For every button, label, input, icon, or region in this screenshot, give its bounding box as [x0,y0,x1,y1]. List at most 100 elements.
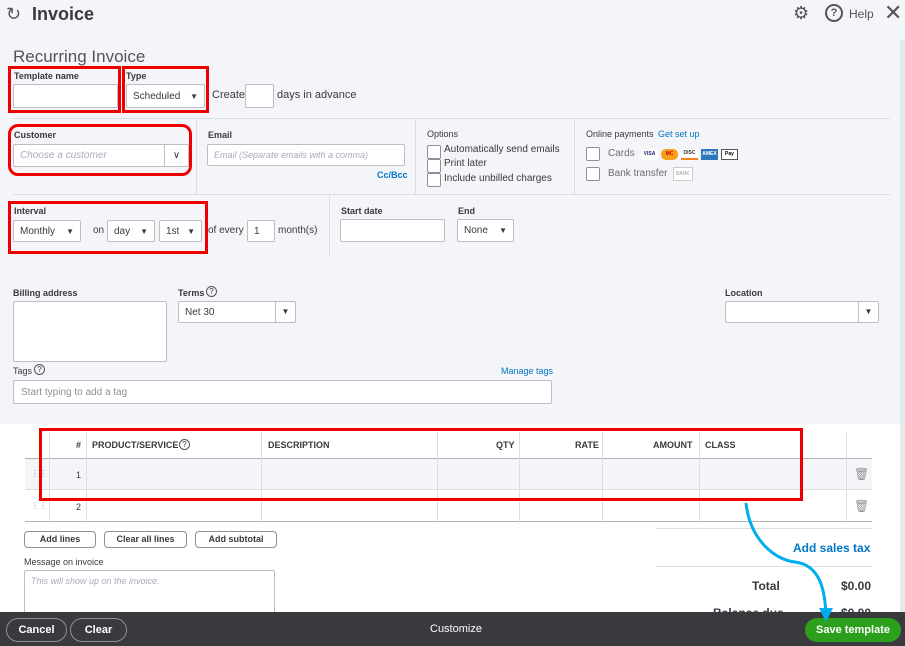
divider [13,194,890,195]
create-label: Create [212,89,246,101]
option-label: Print later [444,158,487,169]
nth-value: 1st [166,225,180,237]
bank-transfer-label: Bank transfer [608,168,668,179]
apple-pay-icon: Pay [721,149,738,160]
customize-link[interactable]: Customize [430,623,482,635]
template-name-label: Template name [14,71,79,81]
unbilled-charges-checkbox[interactable] [427,173,441,187]
caret-down-icon: ▼ [499,226,507,235]
location-select[interactable]: ▼ [725,301,879,323]
card-logos: VISA MC DISC AMEX Pay [641,149,741,160]
help-icon[interactable]: ? [825,4,843,22]
every-input[interactable]: 1 [247,220,275,242]
interval-value: Monthly [20,225,56,237]
customer-select[interactable]: Choose a customer ∨ [13,144,189,167]
total-value: $0.00 [841,579,872,593]
col-divider [49,432,50,522]
col-header-rate: RATE [575,440,599,450]
cards-label: Cards [608,148,635,159]
col-divider [261,432,262,522]
interval-select[interactable]: Monthly ▼ [13,220,81,242]
template-name-input[interactable] [13,84,118,108]
gear-icon[interactable]: ⚙ [793,3,809,24]
clear-all-lines-button[interactable]: Clear all lines [104,531,187,548]
nth-select[interactable]: 1st ▼ [159,220,202,242]
end-value: None [464,225,488,236]
close-icon[interactable]: ✕ [884,0,902,26]
caret-down-icon: ▼ [187,226,195,236]
billing-address-label: Billing address [13,288,78,298]
message-placeholder: This will show up on the invoice. [31,576,160,586]
options-label: Options [427,129,459,139]
tags-input[interactable]: Start typing to add a tag [13,380,552,404]
end-select[interactable]: None ▼ [457,219,514,242]
bank-transfer-checkbox[interactable] [586,167,600,181]
col-divider [437,432,438,522]
add-lines-button[interactable]: Add lines [24,531,96,548]
divider [574,118,575,194]
print-later-checkbox[interactable] [427,159,441,173]
of-every-label: of every [208,225,244,236]
amex-icon: AMEX [701,149,718,160]
terms-select[interactable]: Net 30 ▼ [178,301,296,323]
customer-placeholder: Choose a customer [20,150,107,161]
caret-down-icon: ▼ [140,226,148,236]
caret-down-icon: ▼ [66,226,74,236]
annotation-arrow [744,502,833,622]
day-value: day [114,225,131,237]
divider [196,118,197,194]
get-set-up-link[interactable]: Get set up [658,129,700,139]
col-divider [699,432,700,522]
day-select[interactable]: day ▼ [107,220,155,242]
arrow-path [744,502,828,616]
col-header-class: CLASS [705,440,736,450]
drag-handle-icon[interactable]: ⋮⋮ [31,501,47,510]
col-header-description: DESCRIPTION [268,440,330,450]
manage-tags-link[interactable]: Manage tags [501,366,553,376]
terms-label: Terms [178,288,205,298]
discover-icon: DISC [681,149,698,160]
interval-label: Interval [14,206,47,216]
recurring-icon: ↻ [6,4,22,24]
visa-icon: VISA [641,149,658,160]
help-link[interactable]: Help [849,7,874,21]
scrollbar[interactable] [900,40,905,612]
caret-down-icon: ▼ [275,302,295,322]
email-input[interactable]: Email (Separate emails with a comma) [207,144,405,166]
days-in-advance-input[interactable] [245,84,274,108]
type-value: Scheduled [133,90,181,102]
auto-send-checkbox[interactable] [427,145,441,159]
trash-icon[interactable]: 🗑 [854,499,869,513]
mastercard-icon: MC [661,149,678,160]
divider [415,118,416,194]
col-divider [846,432,847,522]
clear-button[interactable]: Clear [70,618,127,642]
option-label: Automatically send emails [444,144,560,155]
cards-checkbox[interactable] [586,147,600,161]
months-label: month(s) [278,225,318,236]
divider [329,194,330,256]
days-in-advance-label: days in advance [277,89,357,101]
tags-placeholder: Start typing to add a tag [21,387,128,398]
caret-down-icon: ▼ [858,302,878,322]
drag-handle-icon[interactable]: ⋮⋮ [31,469,47,478]
add-subtotal-button[interactable]: Add subtotal [195,531,277,548]
row-number: 2 [76,502,82,512]
billing-address-input[interactable] [13,301,167,362]
divider [13,118,890,119]
col-header-qty: QTY [496,440,515,450]
email-placeholder: Email (Separate emails with a comma) [214,150,369,160]
start-date-input[interactable] [340,219,445,242]
trash-icon[interactable]: 🗑 [854,467,869,481]
cancel-button[interactable]: Cancel [6,618,67,642]
help-icon: ? [34,364,45,375]
online-payments-label: Online payments [586,129,654,139]
table-row[interactable] [25,459,872,490]
type-select[interactable]: Scheduled ▼ [126,84,205,108]
col-header-number: # [76,440,82,450]
on-label: on [93,225,105,236]
col-header-product: PRODUCT/SERVICE [92,440,179,450]
row-number: 1 [76,470,82,480]
cc-bcc-link[interactable]: Cc/Bcc [377,170,408,180]
col-divider [602,432,603,522]
